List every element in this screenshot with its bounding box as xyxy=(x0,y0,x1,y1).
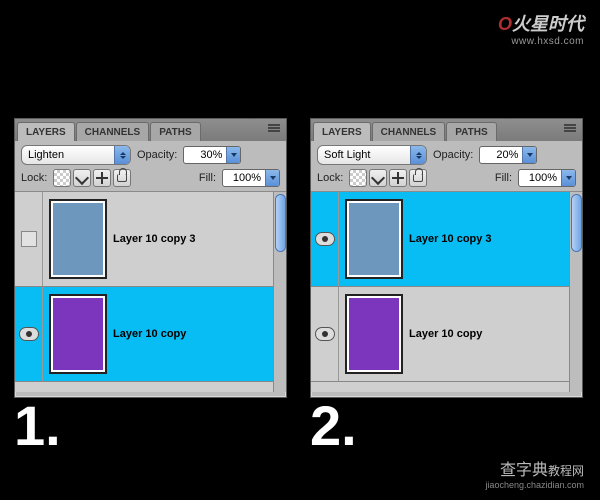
blend-mode-select[interactable]: Soft Light xyxy=(317,145,427,165)
watermark-bottom-text: 查字典 xyxy=(500,462,548,479)
tab-layers[interactable]: LAYERS xyxy=(313,122,371,141)
lock-position-icon[interactable] xyxy=(93,169,111,187)
visibility-toggle[interactable] xyxy=(311,192,339,286)
tab-paths[interactable]: PATHS xyxy=(446,122,496,141)
opacity-value: 30% xyxy=(184,147,226,163)
layer-thumbnail[interactable] xyxy=(49,199,107,279)
opacity-label: Opacity: xyxy=(137,149,177,161)
layer-row[interactable]: Layer 10 copy 3 xyxy=(15,192,286,287)
panel-tabs: LAYERS CHANNELS PATHS xyxy=(15,119,286,141)
chevron-down-icon xyxy=(522,147,536,163)
layer-row[interactable]: Layer 10 copy 3 xyxy=(311,192,582,287)
step-label-2: 2. xyxy=(310,393,357,458)
eye-icon xyxy=(315,232,335,246)
layer-list: Layer 10 copy 3 Layer 10 copy xyxy=(15,192,286,392)
layer-controls: Lighten Opacity: 30% Lock: Fill: 100% xyxy=(15,141,286,192)
lock-label: Lock: xyxy=(317,172,343,184)
watermark-bottom: 查字典教程网 jiaocheng.chazidian.com xyxy=(485,456,584,490)
chevron-updown-icon xyxy=(410,146,426,164)
scrollbar-thumb[interactable] xyxy=(571,194,582,252)
tab-channels[interactable]: CHANNELS xyxy=(372,122,446,141)
layer-name[interactable]: Layer 10 copy 3 xyxy=(113,233,196,245)
watermark-logo-text: 火星时代 xyxy=(512,14,584,34)
layer-list: Layer 10 copy 3 Layer 10 copy xyxy=(311,192,582,392)
chevron-updown-icon xyxy=(114,146,130,164)
watermark-top-url: www.hxsd.com xyxy=(498,36,584,47)
opacity-value: 20% xyxy=(480,147,522,163)
opacity-label: Opacity: xyxy=(433,149,473,161)
blend-mode-select[interactable]: Lighten xyxy=(21,145,131,165)
visibility-toggle[interactable] xyxy=(15,287,43,381)
layer-row[interactable]: Layer 10 copy xyxy=(311,287,582,382)
lock-all-icon[interactable] xyxy=(409,169,427,187)
chevron-down-icon xyxy=(561,170,575,186)
watermark-bottom-url: jiaocheng.chazidian.com xyxy=(485,480,584,490)
panel-tabs: LAYERS CHANNELS PATHS xyxy=(311,119,582,141)
layers-panel-2: LAYERS CHANNELS PATHS Soft Light Opacity… xyxy=(310,118,583,398)
lock-pixels-icon[interactable] xyxy=(369,169,387,187)
scrollbar[interactable] xyxy=(569,192,582,392)
visibility-toggle[interactable] xyxy=(15,192,43,286)
fill-label: Fill: xyxy=(199,172,216,184)
layer-thumbnail[interactable] xyxy=(345,294,403,374)
lock-label: Lock: xyxy=(21,172,47,184)
lock-pixels-icon[interactable] xyxy=(73,169,91,187)
blend-mode-value: Soft Light xyxy=(318,146,410,164)
panel-menu-icon[interactable] xyxy=(268,124,280,134)
eye-icon xyxy=(19,327,39,341)
step-label-1: 1. xyxy=(14,393,61,458)
opacity-input[interactable]: 20% xyxy=(479,146,537,164)
tab-layers[interactable]: LAYERS xyxy=(17,122,75,141)
layer-controls: Soft Light Opacity: 20% Lock: Fill: 100% xyxy=(311,141,582,192)
layer-name[interactable]: Layer 10 copy 3 xyxy=(409,233,492,245)
lock-all-icon[interactable] xyxy=(113,169,131,187)
scrollbar-thumb[interactable] xyxy=(275,194,286,252)
lock-transparency-icon[interactable] xyxy=(349,169,367,187)
watermark-bottom-suffix: 教程网 xyxy=(548,464,584,478)
fill-value: 100% xyxy=(223,170,265,186)
visibility-toggle[interactable] xyxy=(311,287,339,381)
tab-paths[interactable]: PATHS xyxy=(150,122,200,141)
eye-icon xyxy=(315,327,335,341)
chevron-down-icon xyxy=(265,170,279,186)
tab-channels[interactable]: CHANNELS xyxy=(76,122,150,141)
fill-input[interactable]: 100% xyxy=(518,169,576,187)
watermark-top: O火星时代 www.hxsd.com xyxy=(498,10,584,47)
chevron-down-icon xyxy=(226,147,240,163)
layer-name[interactable]: Layer 10 copy xyxy=(113,328,186,340)
layer-name[interactable]: Layer 10 copy xyxy=(409,328,482,340)
fill-input[interactable]: 100% xyxy=(222,169,280,187)
lock-position-icon[interactable] xyxy=(389,169,407,187)
layer-row[interactable]: Layer 10 copy xyxy=(15,287,286,382)
layers-panel-1: LAYERS CHANNELS PATHS Lighten Opacity: 3… xyxy=(14,118,287,398)
panel-menu-icon[interactable] xyxy=(564,124,576,134)
opacity-input[interactable]: 30% xyxy=(183,146,241,164)
scrollbar[interactable] xyxy=(273,192,286,392)
fill-label: Fill: xyxy=(495,172,512,184)
fill-value: 100% xyxy=(519,170,561,186)
layer-thumbnail[interactable] xyxy=(49,294,107,374)
lock-transparency-icon[interactable] xyxy=(53,169,71,187)
layer-thumbnail[interactable] xyxy=(345,199,403,279)
blend-mode-value: Lighten xyxy=(22,146,114,164)
